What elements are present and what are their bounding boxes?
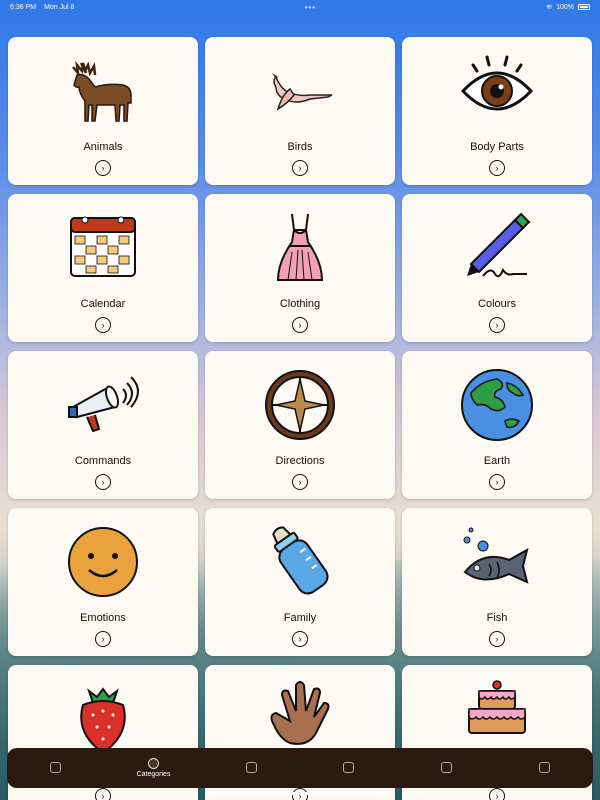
strawberry-icon bbox=[80, 687, 126, 755]
dress-icon bbox=[276, 213, 324, 281]
category-label: Fish bbox=[486, 612, 508, 624]
globe-icon bbox=[461, 369, 533, 441]
status-bar: 6:36 PM Mon Jul 8 ••• ≋ 100% bbox=[0, 0, 600, 14]
category-label: Commands bbox=[74, 455, 132, 467]
home-icon bbox=[50, 761, 62, 773]
multitask-dots[interactable]: ••• bbox=[305, 3, 316, 12]
chevron-right-icon[interactable]: › bbox=[489, 474, 505, 490]
book-icon bbox=[245, 761, 257, 773]
categories-icon bbox=[148, 758, 159, 769]
tab-label: Categories bbox=[136, 771, 171, 778]
hand-icon bbox=[270, 681, 330, 745]
category-card-clothing[interactable]: Clothing › bbox=[205, 194, 395, 342]
category-card-directions[interactable]: Directions › bbox=[205, 351, 395, 499]
category-card-emotions[interactable]: Emotions › bbox=[8, 508, 198, 656]
chevron-right-icon[interactable]: › bbox=[95, 160, 111, 176]
smiley-icon bbox=[68, 527, 138, 597]
chevron-right-icon[interactable]: › bbox=[489, 160, 505, 176]
category-label: Earth bbox=[483, 455, 511, 467]
tab-bar: Categories bbox=[7, 748, 593, 788]
fish-icon bbox=[463, 527, 529, 584]
status-time: 6:36 PM bbox=[10, 3, 37, 11]
category-label: Colours bbox=[478, 298, 516, 310]
chevron-right-icon[interactable]: › bbox=[292, 631, 308, 647]
compass-icon bbox=[265, 370, 335, 440]
chevron-right-icon[interactable]: › bbox=[489, 317, 505, 333]
category-card-calendar[interactable]: Calendar › bbox=[8, 194, 198, 342]
chevron-right-icon[interactable]: › bbox=[95, 788, 111, 800]
category-card-family[interactable]: Family › bbox=[205, 508, 395, 656]
category-card-earth[interactable]: Earth › bbox=[402, 351, 592, 499]
category-label: Clothing bbox=[279, 298, 321, 310]
tab-home[interactable] bbox=[7, 748, 105, 788]
moose-icon bbox=[72, 60, 132, 122]
category-card-colours[interactable]: Colours › bbox=[402, 194, 592, 342]
chevron-right-icon[interactable]: › bbox=[489, 788, 505, 800]
chevron-right-icon[interactable]: › bbox=[489, 631, 505, 647]
wifi-icon: ≋ bbox=[546, 4, 553, 11]
crayon-icon bbox=[467, 212, 531, 278]
home-indicator[interactable] bbox=[208, 792, 392, 795]
battery-icon bbox=[578, 4, 590, 10]
category-label: Directions bbox=[275, 455, 325, 467]
category-label: Calendar bbox=[80, 298, 126, 310]
chevron-right-icon[interactable]: › bbox=[292, 474, 308, 490]
flamingo-icon bbox=[272, 73, 333, 111]
category-card-commands[interactable]: Commands › bbox=[8, 351, 198, 499]
category-label: Birds bbox=[287, 141, 313, 153]
category-grid: Animals › Birds › Body Parts › Calendar … bbox=[8, 37, 592, 800]
category-card-animals[interactable]: Animals › bbox=[8, 37, 198, 185]
tab-categories[interactable]: Categories bbox=[105, 748, 203, 788]
megaphone-icon bbox=[68, 376, 139, 433]
category-label: Body Parts bbox=[470, 141, 524, 153]
chevron-right-icon[interactable]: › bbox=[95, 317, 111, 333]
chevron-right-icon[interactable]: › bbox=[292, 317, 308, 333]
category-card-body-parts[interactable]: Body Parts › bbox=[402, 37, 592, 185]
category-card-birds[interactable]: Birds › bbox=[205, 37, 395, 185]
cake-icon bbox=[468, 680, 526, 734]
tab-quiz[interactable] bbox=[300, 748, 398, 788]
settings-icon bbox=[538, 761, 550, 773]
baby-bottle-icon bbox=[272, 526, 329, 595]
tab-settings[interactable] bbox=[495, 748, 593, 788]
tab-info[interactable] bbox=[398, 748, 496, 788]
chevron-right-icon[interactable]: › bbox=[95, 474, 111, 490]
info-icon bbox=[441, 761, 453, 773]
category-label: Family bbox=[283, 612, 317, 624]
chevron-right-icon[interactable]: › bbox=[95, 631, 111, 647]
category-label: Animals bbox=[83, 141, 123, 153]
battery-percent: 100% bbox=[556, 3, 574, 11]
category-label: Emotions bbox=[80, 612, 126, 624]
eye-icon bbox=[460, 55, 534, 111]
calendar-icon bbox=[70, 216, 136, 277]
chevron-right-icon[interactable]: › bbox=[292, 160, 308, 176]
status-date: Mon Jul 8 bbox=[44, 3, 75, 11]
tab-book[interactable] bbox=[202, 748, 300, 788]
quiz-icon bbox=[343, 761, 355, 773]
category-card-fish[interactable]: Fish › bbox=[402, 508, 592, 656]
